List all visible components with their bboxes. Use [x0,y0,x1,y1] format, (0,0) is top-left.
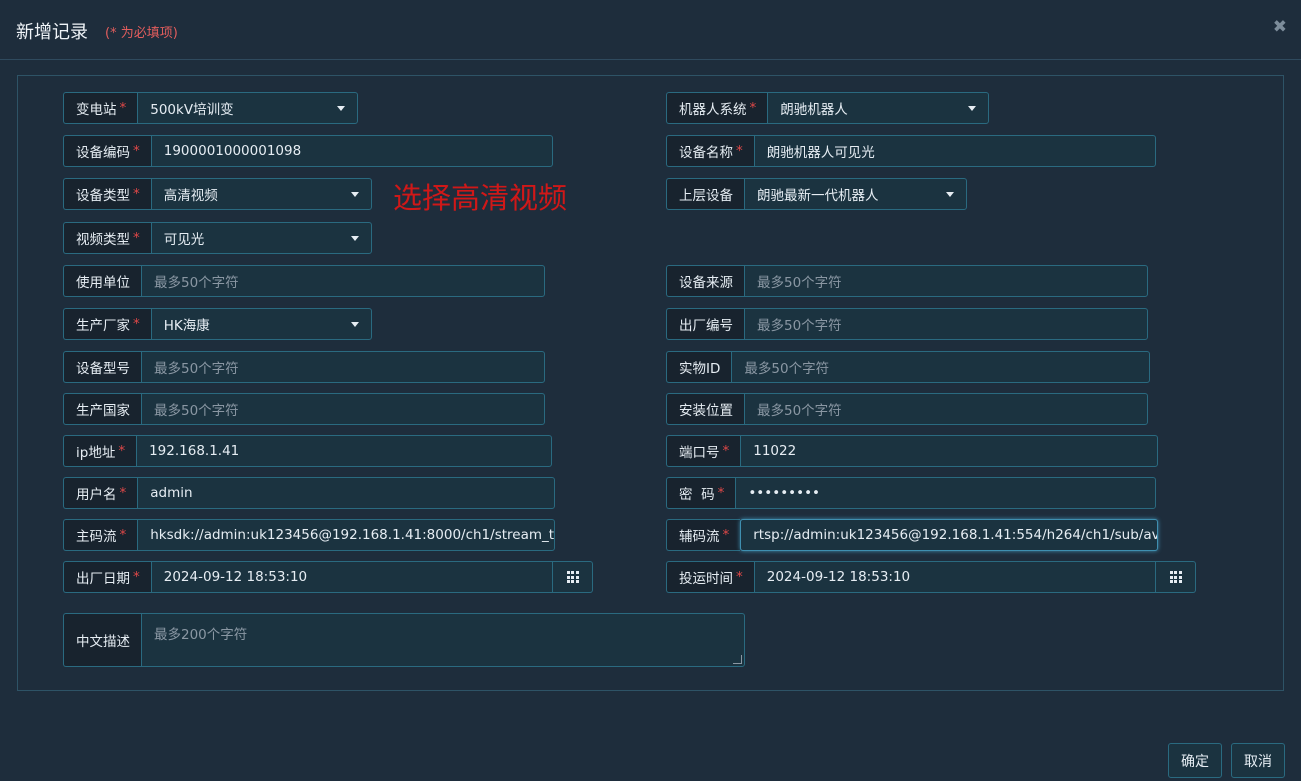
physical-id-label: 实物ID [666,351,732,383]
ip-address-label: ip地址 * [63,435,137,467]
parent-device-field: 上层设备 朗驰最新一代机器人 [666,178,967,210]
device-type-label: 设备类型 * [63,178,151,210]
factory-date-label: 出厂日期 * [63,561,151,593]
parent-device-label: 上层设备 [666,178,744,210]
video-type-label: 视频类型 * [63,222,151,254]
chevron-down-icon [351,191,359,197]
manufacturer-field: 生产厂家 * HK海康 [63,308,372,340]
commission-time-input[interactable]: 2024-09-12 18:53:10 [753,561,1156,593]
device-model-input[interactable]: 最多50个字符 [141,351,545,383]
cancel-button[interactable]: 取消 [1231,743,1285,778]
country-label: 生产国家 [63,393,141,425]
device-model-label: 设备型号 [63,351,141,383]
dialog-title: 新增记录 [16,22,88,43]
annotation-text: 选择高清视频 [393,181,568,215]
port-field: 端口号 * 11022 [666,435,1158,467]
chevron-down-icon [351,321,359,327]
calendar-grid-icon [1169,571,1182,583]
sub-stream-field: 辅码流 * rtsp://admin:uk123456@192.168.1.41:… [666,519,1158,551]
user-unit-field: 使用单位 最多50个字符 [63,265,545,297]
sub-stream-label: 辅码流 * [666,519,741,551]
form-panel [17,75,1284,691]
country-input[interactable]: 最多50个字符 [141,393,545,425]
parent-device-select[interactable]: 朗驰最新一代机器人 [744,178,967,210]
factory-number-field: 出厂编号 最多50个字符 [666,308,1148,340]
chevron-down-icon [946,191,954,197]
video-type-select[interactable]: 可见光 [150,222,372,254]
device-name-input[interactable]: 朗驰机器人可见光 [753,135,1156,167]
description-textarea[interactable]: 最多200个字符 [141,613,745,667]
username-field: 用户名 * admin [63,477,555,509]
device-code-input[interactable]: 1900001000001098 [150,135,553,167]
factory-date-input[interactable]: 2024-09-12 18:53:10 [150,561,553,593]
substation-select[interactable]: 500kV培训变 [137,92,358,124]
device-source-label: 设备来源 [666,265,744,297]
factory-number-input[interactable]: 最多50个字符 [744,308,1148,340]
factory-date-field: 出厂日期 * 2024-09-12 18:53:10 [63,561,593,593]
sub-stream-input[interactable]: rtsp://admin:uk123456@192.168.1.41:554/h… [740,519,1158,551]
device-type-field: 设备类型 * 高清视频 [63,178,372,210]
dialog-header: 新增记录 (* 为必填项) ✖ [0,0,1301,60]
user-unit-label: 使用单位 [63,265,141,297]
close-icon[interactable]: ✖ [1273,18,1287,36]
robot-system-select[interactable]: 朗驰机器人 [767,92,989,124]
install-location-field: 安装位置 最多50个字符 [666,393,1148,425]
install-location-label: 安装位置 [666,393,744,425]
main-stream-field: 主码流 * hksdk://admin:uk123456@192.168.1.41… [63,519,555,551]
port-input[interactable]: 11022 [740,435,1158,467]
port-label: 端口号 * [666,435,741,467]
confirm-button[interactable]: 确定 [1168,743,1222,778]
commission-time-label: 投运时间 * [666,561,754,593]
username-label: 用户名 * [63,477,138,509]
install-location-input[interactable]: 最多50个字符 [744,393,1148,425]
ip-address-field: ip地址 * 192.168.1.41 [63,435,552,467]
factory-date-calendar-button[interactable] [553,561,593,593]
ip-address-input[interactable]: 192.168.1.41 [136,435,552,467]
device-source-input[interactable]: 最多50个字符 [744,265,1148,297]
commission-time-calendar-button[interactable] [1156,561,1196,593]
device-code-field: 设备编码 * 1900001000001098 [63,135,553,167]
factory-number-label: 出厂编号 [666,308,744,340]
password-label: 密 码 * [666,477,736,509]
video-type-field: 视频类型 * 可见光 [63,222,372,254]
substation-label: 变电站 * [63,92,138,124]
device-type-select[interactable]: 高清视频 [150,178,372,210]
description-label: 中文描述 [63,613,141,667]
main-stream-input[interactable]: hksdk://admin:uk123456@192.168.1.41:8000… [137,519,555,551]
device-name-field: 设备名称 * 朗驰机器人可见光 [666,135,1156,167]
password-input[interactable]: ••••••••• [735,477,1156,509]
robot-system-field: 机器人系统 * 朗驰机器人 [666,92,989,124]
substation-field: 变电站 * 500kV培训变 [63,92,358,124]
commission-time-field: 投运时间 * 2024-09-12 18:53:10 [666,561,1196,593]
manufacturer-label: 生产厂家 * [63,308,151,340]
required-note: (* 为必填项) [105,26,178,41]
chevron-down-icon [968,105,976,111]
physical-id-input[interactable]: 最多50个字符 [731,351,1150,383]
device-code-label: 设备编码 * [63,135,151,167]
device-source-field: 设备来源 最多50个字符 [666,265,1148,297]
main-stream-label: 主码流 * [63,519,138,551]
calendar-grid-icon [566,571,579,583]
device-model-field: 设备型号 最多50个字符 [63,351,545,383]
username-input[interactable]: admin [137,477,555,509]
manufacturer-select[interactable]: HK海康 [150,308,372,340]
physical-id-field: 实物ID 最多50个字符 [666,351,1150,383]
robot-system-label: 机器人系统 * [666,92,768,124]
device-name-label: 设备名称 * [666,135,754,167]
resize-handle-icon[interactable] [733,655,742,664]
description-field: 中文描述 最多200个字符 [63,613,745,667]
country-field: 生产国家 最多50个字符 [63,393,545,425]
password-field: 密 码 * ••••••••• [666,477,1156,509]
chevron-down-icon [351,235,359,241]
user-unit-input[interactable]: 最多50个字符 [141,265,545,297]
chevron-down-icon [337,105,345,111]
